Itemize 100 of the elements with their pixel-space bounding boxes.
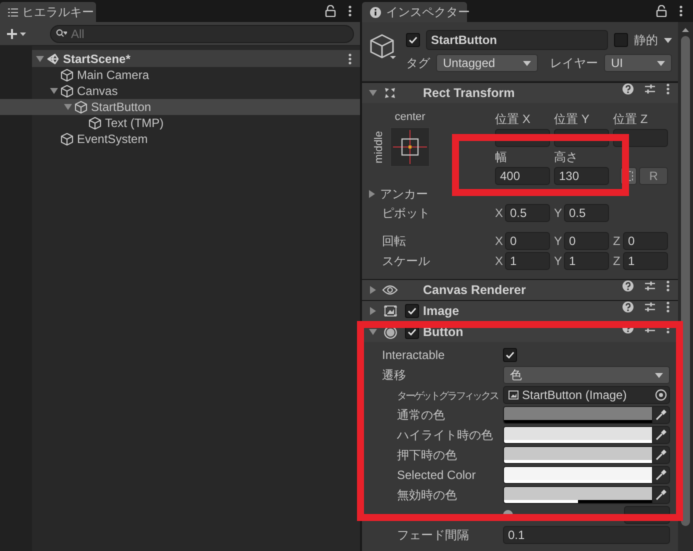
eyedropper-button[interactable] — [652, 486, 670, 504]
expand-arrow-icon[interactable] — [369, 328, 377, 336]
eyedropper-icon[interactable] — [655, 469, 667, 481]
axis-label: X — [495, 206, 504, 220]
component-header[interactable]: Rect Transform — [362, 82, 678, 103]
component-title: Button — [423, 325, 464, 339]
property-label: ターゲットグラフィックス — [397, 390, 498, 402]
position-label: 位置 X — [495, 111, 532, 127]
axis-label: Y — [554, 234, 564, 248]
scrollbar-thumb[interactable] — [681, 36, 690, 526]
caret-icon — [664, 38, 672, 42]
property-label: 回転 — [381, 232, 407, 250]
search-field[interactable]: All — [50, 24, 354, 42]
input-field[interactable]: 0 — [505, 232, 550, 250]
color-field[interactable] — [503, 426, 652, 444]
axis-label: Z — [613, 234, 622, 248]
inspector-tab[interactable]: インスペクター — [362, 2, 467, 22]
dropdown[interactable]: 色 — [503, 366, 670, 384]
sliders-icon[interactable] — [644, 301, 656, 313]
caret-icon — [523, 60, 531, 66]
sliders-icon[interactable] — [644, 280, 656, 292]
check-icon — [408, 35, 418, 45]
property-label: 通常の色 — [397, 408, 445, 422]
static-label[interactable]: 静的 — [634, 32, 658, 48]
layer-dropdown[interactable]: UI — [604, 54, 672, 72]
expand-arrow-icon[interactable] — [368, 190, 376, 198]
checkbox[interactable] — [614, 33, 628, 47]
expand-arrow-icon[interactable] — [369, 307, 377, 315]
name-field[interactable]: StartButton — [426, 30, 608, 50]
checkbox[interactable] — [503, 348, 517, 362]
tree-item[interactable]: Text (TMP) — [0, 115, 360, 131]
expand-arrow-icon[interactable] — [369, 286, 377, 294]
eyedropper-icon[interactable] — [655, 489, 667, 501]
object-field[interactable]: StartButton (Image) — [503, 386, 670, 404]
eyedropper-button[interactable] — [652, 446, 670, 464]
checkbox[interactable] — [404, 304, 418, 318]
size-label: 幅 — [495, 149, 508, 165]
help-icon[interactable] — [622, 83, 634, 95]
input-field[interactable]: 1 — [564, 252, 609, 270]
anchors-label[interactable]: アンカー — [380, 186, 428, 202]
input-field[interactable]: 0 — [564, 232, 609, 250]
property-label: ハイライト時の色 — [397, 428, 493, 442]
lock-icon[interactable] — [656, 5, 667, 17]
input-field[interactable]: 0.5 — [505, 204, 550, 222]
component-header[interactable]: Image — [362, 300, 678, 321]
input-field[interactable]: 1 — [505, 252, 550, 270]
input-field[interactable]: 1 — [623, 252, 668, 270]
eyedropper-icon[interactable] — [655, 429, 667, 441]
more-options-icon[interactable] — [666, 280, 670, 292]
input-field[interactable]: 0 — [623, 232, 668, 250]
help-icon[interactable] — [622, 301, 634, 313]
expand-arrow-icon[interactable] — [50, 87, 58, 95]
tag-dropdown[interactable]: Untagged — [436, 54, 538, 72]
more-options-icon[interactable] — [679, 5, 683, 17]
color-field[interactable] — [503, 406, 652, 424]
eyedropper-button[interactable] — [652, 426, 670, 444]
circle-icon — [384, 326, 396, 338]
eyedropper-button[interactable] — [652, 466, 670, 484]
property-label: Selected Color — [397, 468, 476, 482]
tree-item[interactable]: EventSystem — [0, 131, 360, 147]
info-icon — [370, 6, 381, 18]
help-icon[interactable] — [622, 280, 634, 292]
tree-item[interactable]: StartButton — [0, 99, 360, 115]
position-label: 位置 Z — [613, 111, 649, 127]
add-icon[interactable] — [6, 28, 26, 40]
lock-icon[interactable] — [325, 5, 336, 17]
image-icon — [384, 305, 396, 317]
color-field[interactable] — [503, 466, 652, 484]
eyedropper-icon[interactable] — [655, 409, 667, 421]
anchor-horizontal-label: center — [394, 111, 426, 125]
eyedropper-icon[interactable] — [655, 449, 667, 461]
more-options-icon[interactable] — [666, 301, 670, 313]
hierarchy-tab[interactable]: ヒエラルキー — [0, 2, 96, 22]
input-field[interactable]: 130 — [554, 167, 609, 185]
scroll-up-icon[interactable] — [682, 28, 689, 32]
eyedropper-button[interactable] — [652, 406, 670, 424]
input-field[interactable]: 0.5 — [564, 204, 609, 222]
cube-icon — [60, 132, 74, 146]
checkbox[interactable] — [406, 33, 420, 47]
input-field[interactable]: 400 — [495, 167, 550, 185]
sliders-icon[interactable] — [644, 83, 656, 95]
color-field[interactable] — [503, 486, 652, 504]
input-field[interactable]: 0.1 — [503, 526, 670, 544]
property-label: ピボット — [381, 204, 431, 222]
expand-arrow-icon[interactable] — [64, 103, 72, 111]
more-options-icon[interactable] — [348, 52, 352, 64]
caret-icon — [655, 372, 663, 378]
expand-arrow-icon[interactable] — [36, 54, 44, 62]
scene-icon — [46, 52, 60, 66]
cube-icon[interactable] — [368, 32, 398, 62]
more-options-icon[interactable] — [666, 83, 670, 95]
tree-item[interactable]: Main Camera — [0, 67, 360, 83]
cube-icon — [88, 116, 102, 130]
expand-arrow-icon[interactable] — [369, 89, 377, 97]
target-picker-icon[interactable] — [655, 389, 667, 401]
component-header[interactable]: Canvas Renderer — [362, 279, 678, 300]
color-field[interactable] — [503, 446, 652, 464]
more-options-icon[interactable] — [348, 5, 352, 17]
anchor-preset-icon[interactable] — [390, 127, 430, 167]
tree-item[interactable]: Canvas — [0, 83, 360, 99]
